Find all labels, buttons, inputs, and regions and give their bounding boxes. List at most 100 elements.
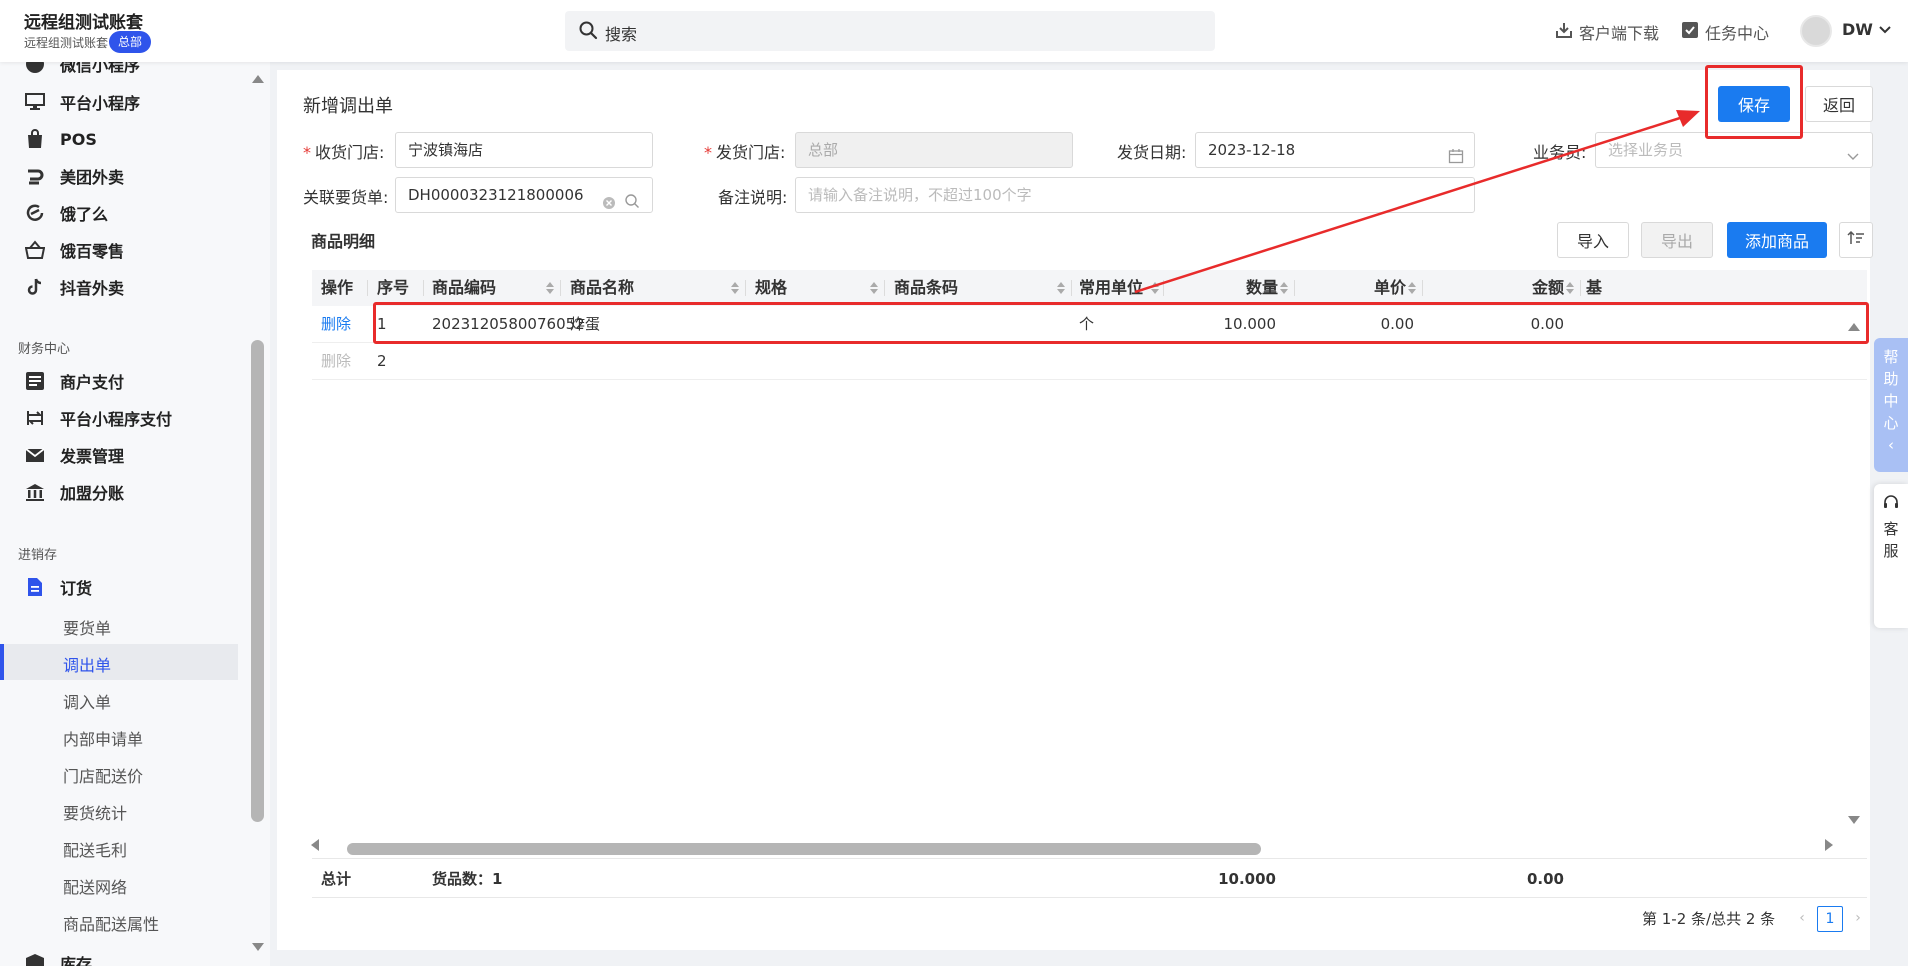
- page-1-button[interactable]: 1: [1817, 906, 1843, 932]
- sort-icon[interactable]: [1057, 282, 1065, 294]
- prev-page-button[interactable]: ‹: [1789, 906, 1815, 932]
- sort-icon[interactable]: [1408, 282, 1416, 294]
- sidebar-scroll-thumb[interactable]: [251, 340, 264, 822]
- table-hscroll-thumb[interactable]: [347, 843, 1261, 855]
- table-scroll-down-icon[interactable]: [1847, 815, 1861, 825]
- tiktok-icon: [24, 276, 46, 298]
- col-price[interactable]: 单价: [1374, 270, 1406, 306]
- detail-title: 商品明细: [311, 232, 376, 251]
- scroll-down-icon[interactable]: [251, 942, 265, 952]
- related-order-label: 关联要货单:: [303, 188, 389, 207]
- sidebar-item-label: POS: [60, 129, 97, 149]
- sidebar-sub-stats[interactable]: 要货统计: [63, 800, 127, 824]
- next-page-button[interactable]: ›: [1845, 906, 1871, 932]
- sidebar-item-label: 订货: [60, 579, 93, 598]
- send-date-input[interactable]: 2023-12-18: [1195, 132, 1475, 168]
- sidebar-item-invoice[interactable]: 发票管理: [24, 440, 124, 470]
- active-indicator: [0, 644, 4, 680]
- sidebar-item-order[interactable]: 订货: [24, 572, 92, 602]
- sidebar-sub-label: 调出单: [63, 656, 112, 675]
- col-spec[interactable]: 规格: [755, 270, 787, 306]
- scroll-up-icon[interactable]: [251, 74, 265, 84]
- sidebar-sub-transfer-in[interactable]: 调入单: [63, 689, 111, 713]
- sidebar-item-meituan[interactable]: 美团外卖: [24, 161, 124, 191]
- sidebar-sub-goods-attr[interactable]: 商品配送属性: [63, 911, 159, 935]
- sidebar-item-pos[interactable]: POS: [24, 124, 97, 154]
- send-date-value: 2023-12-18: [1208, 141, 1296, 159]
- avatar[interactable]: [1800, 15, 1832, 47]
- col-qty[interactable]: 数量: [1246, 270, 1278, 306]
- search-icon[interactable]: [624, 187, 640, 212]
- column-settings-button[interactable]: [1839, 222, 1873, 258]
- sidebar-item-label: 平台小程序支付: [60, 410, 173, 429]
- sidebar-item-franchise-split[interactable]: 加盟分账: [24, 477, 124, 507]
- back-button[interactable]: 返回: [1805, 86, 1873, 122]
- search-placeholder: 搜索: [605, 25, 638, 44]
- sidebar-sub-store-price[interactable]: 门店配送价: [63, 763, 143, 787]
- clear-icon[interactable]: [602, 188, 616, 212]
- remark-label: 备注说明:: [718, 188, 788, 207]
- sidebar-item-platform-pay[interactable]: 平台小程序支付: [24, 403, 172, 433]
- scroll-left-icon[interactable]: [310, 838, 320, 852]
- sort-icon[interactable]: [1280, 282, 1288, 294]
- client-download-link[interactable]: 客户端下载: [1555, 20, 1659, 44]
- shopping-bag-icon: [24, 128, 46, 150]
- sidebar-item-stock[interactable]: 库存: [24, 948, 92, 966]
- service-char: 客: [1883, 520, 1899, 538]
- sort-icon[interactable]: [870, 282, 878, 294]
- sidebar-sub-transfer-out[interactable]: 调出单: [0, 644, 238, 680]
- col-unit[interactable]: 常用单位: [1079, 270, 1143, 306]
- add-goods-button[interactable]: 添加商品: [1727, 222, 1827, 258]
- sort-icon[interactable]: [546, 282, 554, 294]
- sidebar-item-eleme[interactable]: 饿了么: [24, 198, 108, 228]
- related-order-input[interactable]: DH0000323121800006: [395, 177, 653, 213]
- table-header: 操作 序号 商品编码 商品名称 规格 商品条码 常用单位 数量 单价 金额 基: [312, 270, 1867, 306]
- page-title: 新增调出单: [303, 96, 393, 117]
- sidebar-group-inventory: 进销存: [18, 548, 58, 563]
- annotation-box-save: [1705, 65, 1803, 139]
- pager-summary: 第 1-2 条/总共 2 条: [1642, 910, 1776, 928]
- salesman-label: 业务员:: [1533, 143, 1587, 162]
- col-name[interactable]: 商品名称: [570, 270, 634, 306]
- total-amount: 0.00: [1526, 870, 1564, 888]
- sidebar-item-label: 平台小程序: [60, 94, 141, 113]
- customer-service-tab[interactable]: 客 服: [1874, 484, 1908, 628]
- sidebar-item-ebai[interactable]: 饿百零售: [24, 235, 124, 265]
- service-char: 服: [1883, 542, 1899, 560]
- sort-icon[interactable]: [1151, 282, 1159, 294]
- col-code[interactable]: 商品编码: [432, 270, 496, 306]
- sidebar-item-platform-mini[interactable]: 平台小程序: [24, 87, 140, 117]
- salesman-placeholder: 选择业务员: [1608, 141, 1684, 159]
- remark-input[interactable]: 请输入备注说明，不超过100个字: [795, 177, 1475, 213]
- col-barcode[interactable]: 商品条码: [894, 270, 958, 306]
- sidebar-sub-margin[interactable]: 配送毛利: [63, 837, 127, 861]
- sidebar-item-wechat-mini[interactable]: 微信小程序: [24, 62, 140, 79]
- help-char: 心: [1883, 414, 1899, 432]
- import-button[interactable]: 导入: [1557, 222, 1629, 258]
- table-total-row: 总计 货品数：1 10.000 0.00: [312, 858, 1867, 898]
- task-center-link[interactable]: 任务中心: [1681, 20, 1769, 44]
- list-icon: [24, 370, 46, 392]
- sort-icon[interactable]: [731, 282, 739, 294]
- help-center-tab[interactable]: 帮 助 中 心 ‹: [1874, 338, 1908, 472]
- sidebar-sub-internal-request[interactable]: 内部申请单: [63, 726, 143, 750]
- sidebar-sub-network[interactable]: 配送网络: [63, 874, 127, 898]
- scroll-right-icon[interactable]: [1824, 838, 1834, 852]
- sidebar-item-label: 饿了么: [60, 205, 109, 224]
- sidebar-item-label: 微信小程序: [60, 62, 141, 75]
- receive-store-input[interactable]: 宁波镇海店: [395, 132, 653, 168]
- global-search[interactable]: 搜索: [565, 11, 1215, 51]
- sidebar-item-merchant-pay[interactable]: 商户支付: [24, 366, 124, 396]
- sidebar-sub-requisition[interactable]: 要货单: [63, 615, 111, 639]
- export-button: 导出: [1641, 222, 1713, 258]
- total-label: 总计: [321, 870, 352, 888]
- sidebar-item-douyin[interactable]: 抖音外卖: [24, 272, 124, 302]
- related-order-value: DH0000323121800006: [408, 186, 584, 204]
- hq-badge: 总部: [109, 31, 152, 53]
- sort-icon[interactable]: [1566, 282, 1574, 294]
- delete-row-link[interactable]: 删除: [321, 306, 351, 343]
- col-amount[interactable]: 金额: [1532, 270, 1564, 306]
- chevron-down-icon: [1846, 141, 1860, 167]
- meituan-icon: [24, 165, 46, 187]
- user-menu[interactable]: DW: [1842, 20, 1891, 39]
